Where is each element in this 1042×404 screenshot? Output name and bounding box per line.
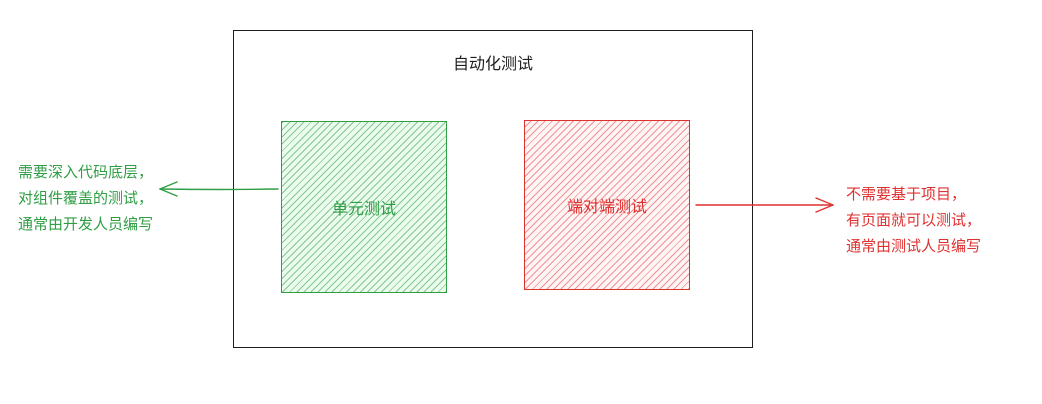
frame-title: 自动化测试 [452,54,533,73]
e2e-test-note-line-3: 通常由测试人员编写 [846,237,982,255]
unit-test-note-line-1: 需要深入代码底层， [18,163,154,181]
unit-test-label: 单元测试 [331,199,396,218]
unit-test-note-line-3: 通常由开发人员编写 [18,215,154,233]
e2e-test-note-line-1: 不需要基于项目， [846,185,967,203]
unit-test-note-line-2: 对组件覆盖的测试， [18,189,154,207]
e2e-test-box: 端对端测试 [524,120,690,290]
e2e-test-note: 不需要基于项目， 有页面就可以测试， 通常由测试人员编写 [846,181,981,259]
unit-test-note: 需要深入代码底层， 对组件覆盖的测试， 通常由开发人员编写 [18,159,153,237]
e2e-test-note-line-2: 有页面就可以测试， [846,211,982,229]
e2e-test-label: 端对端测试 [566,197,647,216]
unit-test-box: 单元测试 [281,121,447,293]
